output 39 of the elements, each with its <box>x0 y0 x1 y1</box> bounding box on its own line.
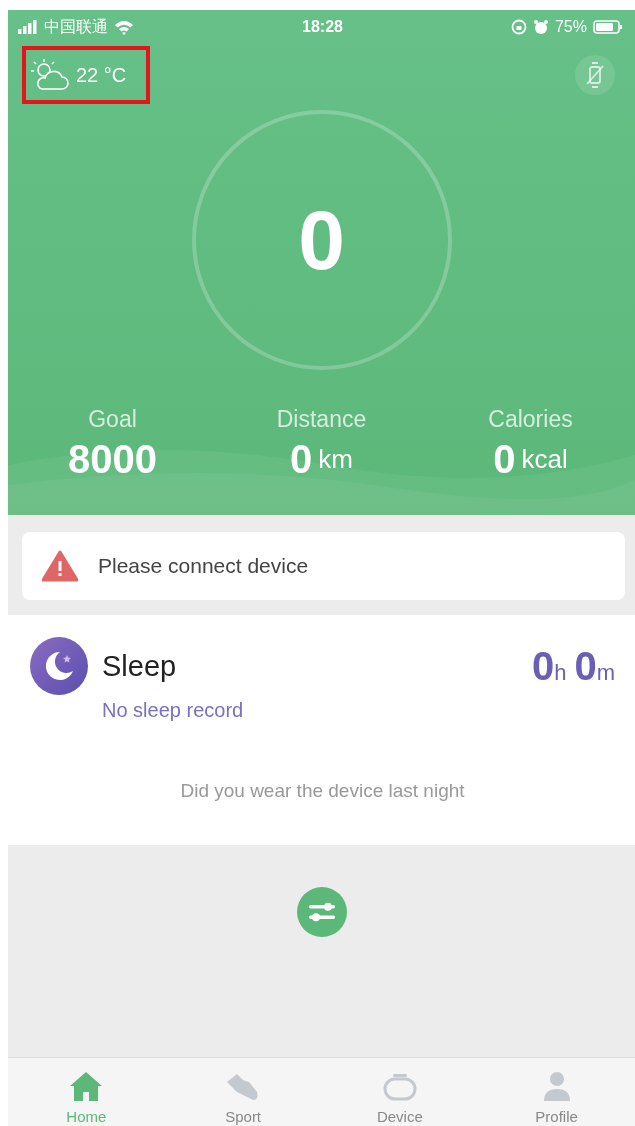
battery-percent: 75% <box>554 18 587 36</box>
tab[interactable]: Sport <box>164 1058 322 1126</box>
sleep-card[interactable]: Sleep 0h 0m No sleep record Did you wear the device last night <box>8 615 635 845</box>
stat-value: 0 <box>290 437 313 482</box>
sleep-minutes: 0 <box>574 643 597 689</box>
battery-icon <box>593 20 623 34</box>
toggles-icon <box>308 902 335 922</box>
signal-icon <box>18 20 38 34</box>
stat-label: Distance <box>276 406 367 433</box>
customize-button[interactable] <box>296 887 347 937</box>
wifi-icon <box>114 19 134 35</box>
clock-time: 18:28 <box>302 18 343 36</box>
watch-off-icon <box>584 62 606 88</box>
stat-label: Goal <box>88 406 137 433</box>
stat-unit: km <box>318 444 353 475</box>
minutes-unit: m <box>596 659 615 686</box>
sleep-hint: Did you wear the device last night <box>179 780 466 802</box>
hours-unit: h <box>554 659 567 686</box>
carrier-name: 中国联通 <box>44 16 108 37</box>
step-count: 0 <box>298 191 345 289</box>
alarm-icon <box>532 19 549 35</box>
temperature: 22 °C <box>76 63 127 87</box>
tab[interactable]: Home <box>8 1058 165 1126</box>
tab[interactable]: Device <box>321 1058 479 1126</box>
stat-unit: kcal <box>521 444 568 475</box>
stat-value: 0 <box>493 437 516 482</box>
rotation-lock-icon <box>510 19 527 35</box>
tab[interactable]: Profile <box>478 1058 635 1126</box>
watch-button[interactable] <box>575 55 615 95</box>
sleep-hours: 0 <box>531 643 555 689</box>
alert-message: Please connect device <box>98 554 309 578</box>
stat-label: Calories <box>488 406 573 433</box>
sleep-status: No sleep record <box>102 699 245 722</box>
moon-icon <box>30 637 88 695</box>
sun-cloud-icon <box>30 58 70 92</box>
alert-card[interactable]: Please connect device <box>22 532 625 600</box>
sleep-title: Sleep <box>102 649 177 683</box>
stat-value: 8000 <box>68 437 157 482</box>
warning-icon <box>42 550 78 582</box>
